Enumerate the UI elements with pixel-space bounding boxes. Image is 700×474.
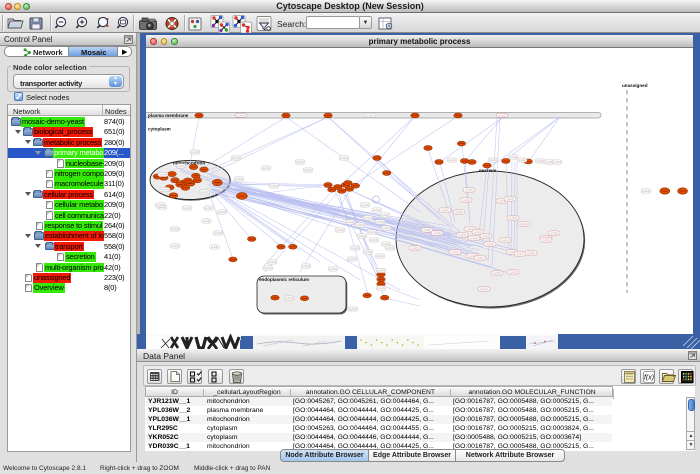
svg-text:(x-b4): (x-b4): [214, 231, 221, 235]
svg-text:(x-b4): (x-b4): [509, 155, 516, 159]
svg-text:(x-b4): (x-b4): [237, 113, 244, 117]
svg-text:(x-b4): (x-b4): [376, 220, 383, 224]
svg-text:(x-b4): (x-b4): [270, 184, 277, 188]
svg-text:(x-b4): (x-b4): [470, 236, 477, 240]
svg-text:(x-b4): (x-b4): [302, 264, 309, 268]
svg-text:(x-b4): (x-b4): [370, 238, 377, 242]
svg-text:(x-b4): (x-b4): [264, 266, 271, 270]
svg-text:nucleus: nucleus: [479, 168, 497, 173]
svg-text:(x-b4): (x-b4): [382, 226, 389, 230]
svg-text:(x-b4): (x-b4): [296, 160, 303, 164]
svg-text:(x-b4): (x-b4): [550, 231, 557, 235]
svg-text:(x-b4): (x-b4): [356, 223, 363, 227]
svg-text:(x-b4): (x-b4): [545, 160, 552, 164]
svg-text:(x-b4): (x-b4): [527, 251, 534, 255]
svg-text:(x-b4): (x-b4): [441, 208, 448, 212]
svg-text:(x-b4): (x-b4): [171, 244, 178, 248]
svg-text:(x-b4): (x-b4): [268, 260, 275, 264]
svg-text:(x-b4): (x-b4): [191, 150, 198, 154]
svg-text:(x-b4): (x-b4): [542, 238, 549, 242]
svg-text:(x-b4): (x-b4): [340, 156, 347, 160]
svg-text:unassigned: unassigned: [622, 83, 648, 88]
svg-text:(x-b4): (x-b4): [458, 233, 465, 237]
svg-text:(x-b4): (x-b4): [205, 206, 212, 210]
svg-text:(x-b4): (x-b4): [476, 256, 483, 260]
svg-text:(x-b4): (x-b4): [501, 238, 508, 242]
svg-text:(x-b4): (x-b4): [177, 164, 184, 168]
svg-text:(x-b4): (x-b4): [285, 296, 292, 300]
svg-text:(x-b4): (x-b4): [361, 203, 368, 207]
svg-text:(x-b4): (x-b4): [262, 166, 269, 170]
svg-text:(x-b4): (x-b4): [183, 206, 190, 210]
svg-text:(x-b4): (x-b4): [509, 216, 516, 220]
svg-text:(x-b4): (x-b4): [516, 252, 523, 256]
svg-text:(x-b4): (x-b4): [235, 177, 242, 181]
svg-text:(x-b4): (x-b4): [376, 254, 383, 258]
svg-text:(x-b4): (x-b4): [433, 231, 440, 235]
svg-text:(x-b4): (x-b4): [462, 198, 469, 202]
svg-text:(x-b4): (x-b4): [465, 188, 472, 192]
svg-text:(x-b4): (x-b4): [520, 222, 527, 226]
svg-text:(x-b4): (x-b4): [156, 203, 163, 207]
svg-text:endoplasmic reticulum: endoplasmic reticulum: [259, 277, 309, 282]
svg-text:cytoplasm: cytoplasm: [148, 127, 171, 132]
svg-text:(x-b4): (x-b4): [366, 113, 373, 117]
svg-text:(x-b4): (x-b4): [498, 113, 505, 117]
svg-text:(x-b4): (x-b4): [377, 286, 384, 290]
svg-text:(x-b4): (x-b4): [480, 287, 487, 291]
svg-text:(x-b4): (x-b4): [218, 210, 225, 214]
svg-text:(x-b4): (x-b4): [336, 228, 343, 232]
svg-text:(x-b4): (x-b4): [348, 257, 355, 261]
svg-text:(x-b4): (x-b4): [642, 189, 649, 193]
svg-text:(x-b4): (x-b4): [489, 158, 496, 162]
svg-text:(x-b4): (x-b4): [203, 219, 210, 223]
svg-text:(x-b4): (x-b4): [349, 307, 356, 311]
svg-text:(x-b4): (x-b4): [368, 230, 375, 234]
svg-text:(x-b4): (x-b4): [364, 250, 371, 254]
svg-text:(x-b4): (x-b4): [553, 160, 560, 164]
svg-text:(x-b4): (x-b4): [351, 246, 358, 250]
svg-text:(x-b4): (x-b4): [329, 267, 336, 271]
svg-text:(x-b4): (x-b4): [364, 216, 371, 220]
svg-text:(x-b4): (x-b4): [482, 234, 489, 238]
svg-text:(x-b4): (x-b4): [358, 234, 365, 238]
svg-text:(x-b4): (x-b4): [381, 213, 388, 217]
svg-text:(x-b4): (x-b4): [304, 168, 311, 172]
svg-text:(x-b4): (x-b4): [232, 156, 239, 160]
svg-text:(x-b4): (x-b4): [171, 227, 178, 231]
svg-text:plasma membrane: plasma membrane: [148, 113, 189, 118]
svg-text:(x-b4): (x-b4): [448, 158, 455, 162]
svg-text:(x-b4): (x-b4): [411, 246, 418, 250]
svg-text:(x-b4): (x-b4): [451, 250, 458, 254]
svg-text:f(x): f(x): [644, 375, 654, 382]
svg-text:(x-b4): (x-b4): [159, 173, 166, 177]
svg-text:(x-b4): (x-b4): [346, 220, 353, 224]
svg-text:(x-b4): (x-b4): [518, 158, 525, 162]
svg-text:(x-b4): (x-b4): [423, 228, 430, 232]
svg-text:(x-b4): (x-b4): [509, 270, 516, 274]
svg-text:(x-b4): (x-b4): [200, 190, 207, 194]
svg-text:(x-b4): (x-b4): [377, 269, 384, 273]
svg-text:(x-b4): (x-b4): [493, 271, 500, 275]
svg-text:(x-b4): (x-b4): [506, 197, 513, 201]
svg-text:(x-b4): (x-b4): [373, 208, 380, 212]
svg-text:(x-b4): (x-b4): [474, 230, 481, 234]
svg-text:(x-b4): (x-b4): [161, 188, 168, 192]
svg-text:(x-b4): (x-b4): [386, 246, 393, 250]
svg-text:(x-b4): (x-b4): [455, 210, 462, 214]
svg-text:(x-b4): (x-b4): [211, 245, 218, 249]
svg-text:(x-b4): (x-b4): [486, 242, 493, 246]
svg-text:(x-b4): (x-b4): [536, 159, 543, 163]
